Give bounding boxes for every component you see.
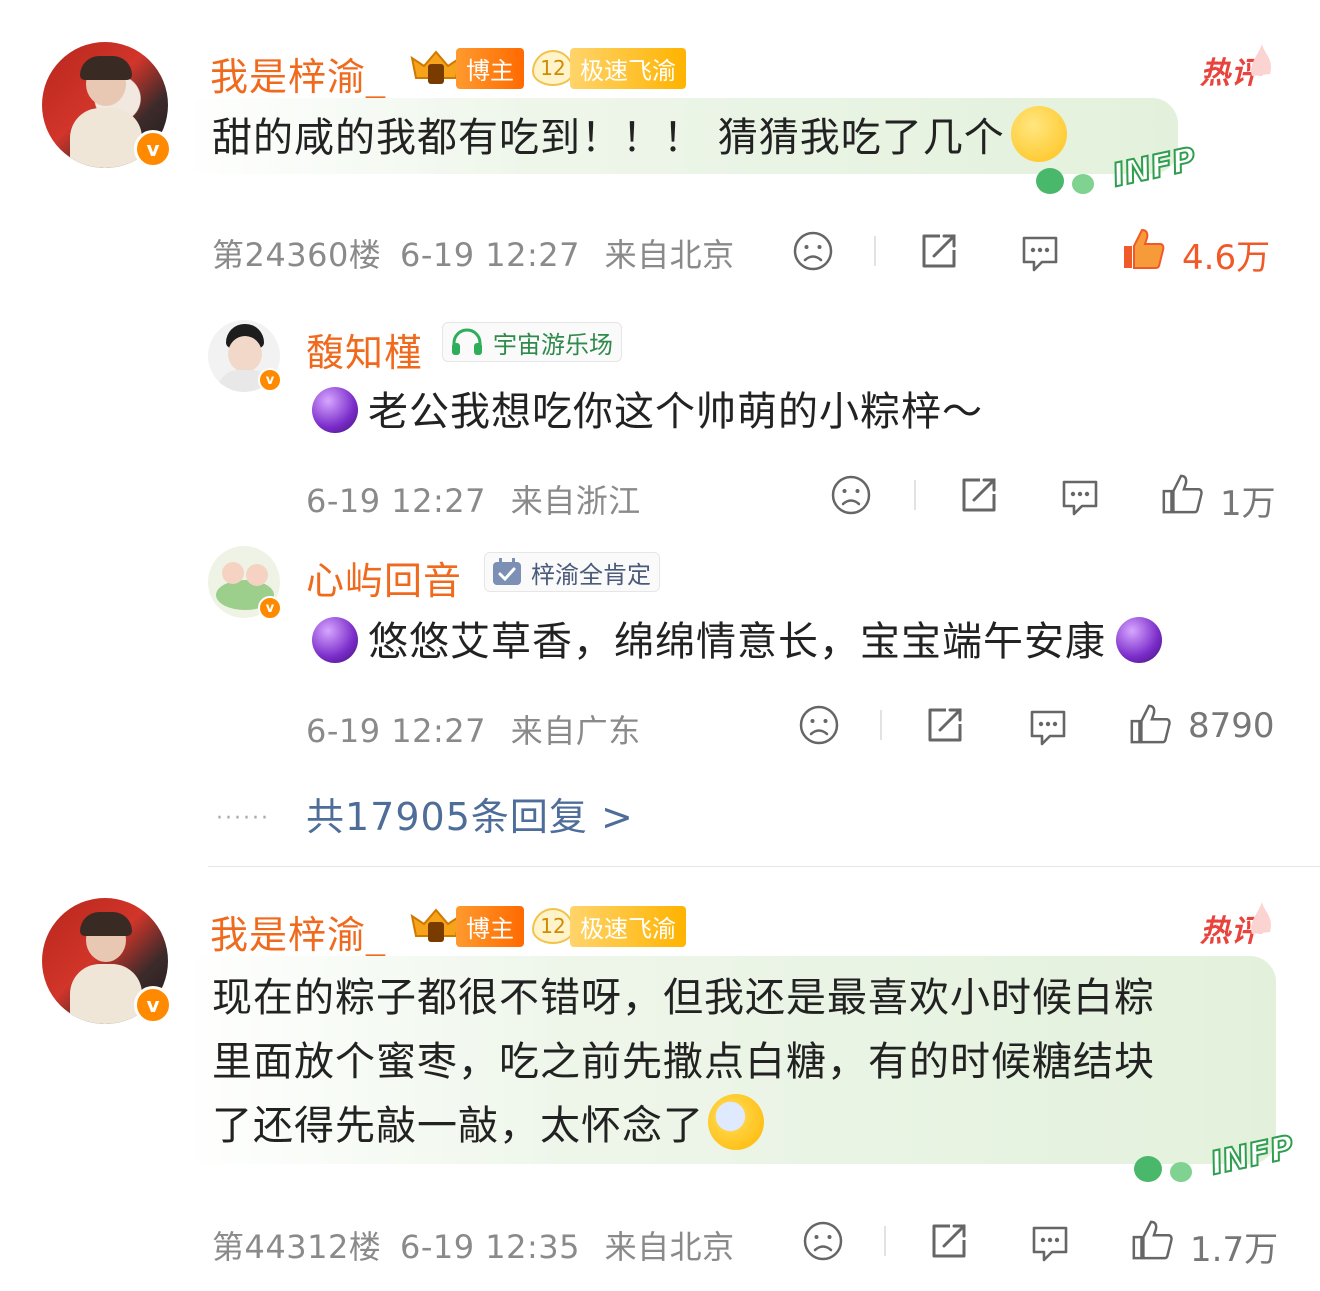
- comment-icon[interactable]: [1018, 230, 1062, 274]
- crown-icon: [410, 50, 462, 84]
- view-all-replies-link[interactable]: 共17905条回复 >: [306, 786, 634, 841]
- separator: [914, 480, 916, 510]
- reply-avatar[interactable]: v: [208, 546, 282, 620]
- blogger-badge-label: 博主: [456, 905, 524, 947]
- reply-fan-tag-label: 宇宙游乐场: [493, 330, 613, 359]
- avatar[interactable]: v: [42, 898, 172, 1024]
- plant-icon: [1134, 1156, 1162, 1182]
- comment-meta: 第44312楼 6-19 12:35 来自北京: [212, 1228, 735, 1266]
- crown-icon: [410, 908, 462, 942]
- like-icon[interactable]: [1128, 702, 1172, 746]
- share-icon[interactable]: [924, 704, 966, 746]
- comment-icon[interactable]: [1028, 1220, 1072, 1264]
- reply-author-name[interactable]: 心屿回音: [306, 550, 462, 605]
- dislike-icon[interactable]: [792, 230, 834, 272]
- crystal-ball-emoji: [1116, 617, 1162, 663]
- blogger-badge-label: 博主: [456, 47, 524, 89]
- blogger-badge[interactable]: 博主: [410, 47, 524, 89]
- like-icon[interactable]: [1130, 1218, 1174, 1262]
- comment-icon[interactable]: [1058, 474, 1102, 518]
- separator: [880, 710, 882, 740]
- like-count: 1万: [1220, 484, 1276, 524]
- reply-author-name[interactable]: 馥知槿: [306, 322, 423, 377]
- reply-fan-tag-label: 梓渝全肯定: [531, 560, 651, 589]
- like-count: 8790: [1188, 706, 1275, 746]
- fan-level-name: 极速飞渝: [570, 905, 686, 947]
- blogger-badge[interactable]: 博主: [410, 905, 524, 947]
- dislike-icon[interactable]: [798, 704, 840, 746]
- reply-text[interactable]: 悠悠艾草香，绵绵情意长，宝宝端午安康: [312, 610, 1162, 674]
- more-dots: ······: [216, 806, 270, 831]
- comment-text[interactable]: 现在的粽子都很不错呀，但我还是最喜欢小时候白粽 里面放个蜜枣，吃之前先撒点白糖，…: [212, 966, 1155, 1158]
- sprout-icon: [1170, 1162, 1192, 1182]
- fan-level-badge[interactable]: 12 极速飞渝: [532, 47, 686, 89]
- verified-badge-icon: v: [258, 368, 282, 392]
- fan-level-number: 12: [532, 50, 574, 86]
- fan-level-number: 12: [532, 908, 574, 944]
- comment-divider: [208, 866, 1320, 867]
- crystal-ball-emoji: [312, 617, 358, 663]
- like-icon[interactable]: [1160, 472, 1204, 516]
- reply-fan-tag[interactable]: 宇宙游乐场: [442, 322, 622, 362]
- like-count: 1.7万: [1190, 1230, 1279, 1270]
- reply-meta: 6-19 12:27 来自广东: [306, 712, 641, 750]
- author-name[interactable]: 我是梓渝_: [210, 904, 386, 959]
- personality-tag[interactable]: INFP: [1134, 1122, 1298, 1186]
- plant-icon: [1036, 168, 1064, 194]
- crystal-ball-emoji: [312, 387, 358, 433]
- calendar-check-icon: [493, 558, 521, 585]
- headphones-icon: [452, 328, 482, 355]
- like-count: 4.6万: [1182, 238, 1271, 278]
- hot-flame-icon: [1251, 44, 1271, 76]
- reply-meta: 6-19 12:27 来自浙江: [306, 482, 641, 520]
- sprout-icon: [1072, 174, 1094, 194]
- fan-level-name: 极速飞渝: [570, 47, 686, 89]
- separator: [884, 1226, 886, 1256]
- author-name[interactable]: 我是梓渝_: [210, 46, 386, 101]
- comment-icon[interactable]: [1026, 704, 1070, 748]
- personality-tag-label: INFP: [1206, 1127, 1298, 1184]
- personality-tag[interactable]: INFP: [1036, 134, 1200, 198]
- comment-text[interactable]: 甜的咸的我都有吃到！！！ 猜猜我吃了几个: [212, 106, 1067, 170]
- dislike-icon[interactable]: [802, 1220, 844, 1262]
- share-icon[interactable]: [958, 474, 1000, 516]
- like-icon[interactable]: [1120, 226, 1166, 272]
- reply-avatar[interactable]: v: [208, 320, 282, 392]
- reply-fan-tag[interactable]: 梓渝全肯定: [484, 552, 660, 592]
- verified-badge-icon: v: [134, 130, 172, 168]
- dislike-icon[interactable]: [830, 474, 872, 516]
- share-icon[interactable]: [918, 230, 960, 272]
- personality-tag-label: INFP: [1108, 139, 1200, 196]
- share-icon[interactable]: [928, 1220, 970, 1262]
- separator: [874, 236, 876, 266]
- hot-flame-icon: [1251, 902, 1271, 934]
- reply-text[interactable]: 老公我想吃你这个帅萌的小粽梓～: [312, 380, 983, 444]
- verified-badge-icon: v: [134, 986, 172, 1024]
- crying-laugh-emoji: [708, 1094, 764, 1150]
- avatar[interactable]: v: [42, 42, 172, 168]
- verified-badge-icon: v: [258, 596, 282, 620]
- fan-level-badge[interactable]: 12 极速飞渝: [532, 905, 686, 947]
- comment-meta: 第24360楼 6-19 12:27 来自北京: [212, 236, 735, 274]
